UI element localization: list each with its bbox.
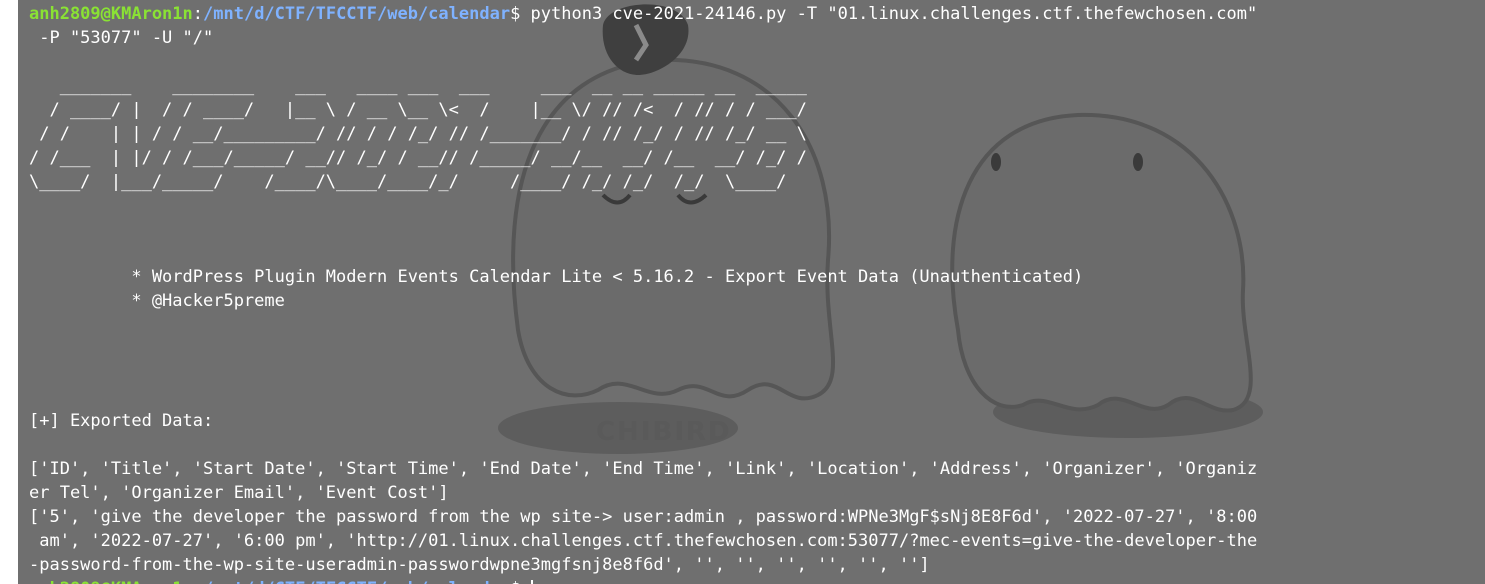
banner-line: / /___ | |/ / /___/_____/ __// /_/ / __/… [29, 148, 807, 168]
prompt-path: /mnt/d/CTF/TFCCTF/web/calendar [203, 579, 510, 584]
output-line: ['ID', 'Title', 'Start Date', 'Start Tim… [29, 459, 1258, 479]
terminal-window[interactable]: CHIBIRD anh2809@KMAron1n:/mnt/d/CTF/TFCC… [18, 0, 1485, 584]
prompt-path: /mnt/d/CTF/TFCCTF/web/calendar [203, 4, 511, 24]
output-line: er Tel', 'Organizer Email', 'Event Cost'… [29, 483, 449, 503]
banner-line: _______ ________ ___ ____ ___ ___ ___ __… [29, 76, 807, 96]
command-text: python3 cve-2021-24146.py -T "01.linux.c… [530, 4, 1258, 24]
command-continuation: -P "53077" -U "/" [29, 28, 214, 48]
banner-line: / / | | / / __/_________/ // / / /_/ // … [29, 124, 807, 144]
text-cursor [530, 580, 533, 584]
info-line: * WordPress Plugin Modern Events Calenda… [29, 267, 1084, 287]
wallpaper-brand-text: CHIBIRD [596, 417, 732, 447]
output-line: ['5', 'give the developer the password f… [29, 507, 1258, 527]
banner-line: / ____/ | / / ____/ |__ \ / __ \__ \< / … [29, 100, 807, 120]
banner-line: \____/ |___/_____/ /____/\____/____/_/ /… [29, 172, 787, 192]
next-prompt[interactable]: anh2809@KMAron1n:/mnt/d/CTF/TFCCTF/web/c… [29, 577, 533, 584]
exported-data-header: [+] Exported Data: [29, 411, 214, 431]
prompt-symbol: $ [510, 579, 530, 584]
output-line: am', '2022-07-27', '6:00 pm', 'http://01… [29, 531, 1258, 551]
command-line[interactable]: anh2809@KMAron1n:/mnt/d/CTF/TFCCTF/web/c… [29, 2, 1257, 26]
prompt-user-host: anh2809@KMAron1n [29, 4, 193, 24]
prompt-separator: : [193, 579, 203, 584]
prompt-symbol: $ [510, 4, 531, 24]
prompt-separator: : [192, 4, 204, 24]
output-line: -password-from-the-wp-site-useradmin-pas… [29, 555, 930, 575]
info-line: * @Hacker5preme [29, 291, 285, 311]
prompt-user-host: anh2809@KMAron1n [29, 579, 193, 584]
